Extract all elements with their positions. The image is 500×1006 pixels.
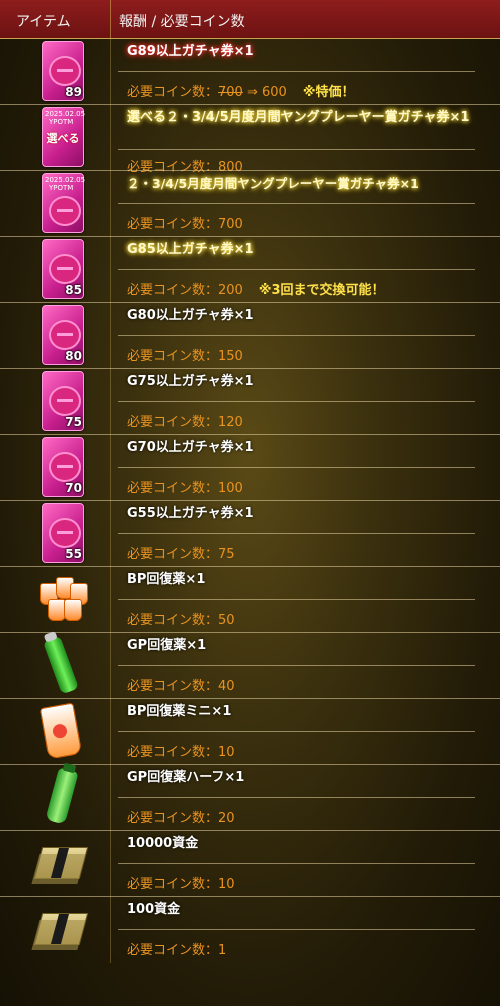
price-arrow: ⇒: [242, 85, 263, 100]
ticket-icon: 55: [42, 503, 84, 563]
coin-cost: 必要コイン数：120: [127, 415, 243, 430]
gp-recovery-half-icon: [45, 767, 79, 825]
money-icon: [33, 847, 89, 879]
coin-cost: 必要コイン数：700 ⇒ 600 ※特価！: [127, 85, 355, 100]
reward-name: G80以上ガチャ券×1: [127, 308, 254, 323]
special-price-note: ※特価！: [302, 85, 355, 100]
reward-row[interactable]: GP回復薬×1 必要コイン数：40: [0, 633, 500, 699]
ticket-icon: 80: [42, 305, 84, 365]
item-icon-cell: [0, 699, 111, 765]
reward-row[interactable]: 2025.02.05 YPOTM 選べる 選べる２・3/4/5月度月間ヤングプレーヤ…: [0, 105, 500, 175]
reward-row[interactable]: 55 G55以上ガチャ券×1 必要コイン数：75: [0, 501, 500, 567]
reward-row[interactable]: GP回復薬ハーフ×1 必要コイン数：20: [0, 765, 500, 831]
coin-cost: 必要コイン数：100: [127, 481, 243, 496]
table-header: アイテム 報酬 / 必要コイン数: [0, 0, 500, 39]
new-price: 600: [262, 85, 287, 100]
item-icon-cell: 2025.02.05 YPOTM: [0, 171, 111, 237]
coin-cost: 必要コイン数：40: [127, 679, 235, 694]
header-divider: [110, 0, 111, 38]
item-icon-cell: [0, 633, 111, 699]
item-icon-cell: 85: [0, 237, 111, 303]
bp-recovery-icon: [38, 573, 90, 625]
coin-cost: 必要コイン数：700: [127, 217, 243, 232]
ticket-icon: 89: [42, 41, 84, 101]
reward-row[interactable]: BP回復薬×1 必要コイン数：50: [0, 567, 500, 633]
exchange-limit-note: ※3回まで交換可能！: [258, 283, 385, 298]
item-icon-cell: 55: [0, 501, 111, 567]
old-price: 700: [218, 85, 243, 100]
reward-row[interactable]: BP回復薬ミニ×1 必要コイン数：10: [0, 699, 500, 765]
item-icon-cell: [0, 897, 111, 963]
reward-name: G89以上ガチャ券×1: [127, 44, 254, 59]
reward-name: GP回復薬×1: [127, 638, 207, 653]
ticket-icon: 2025.02.05 YPOTM: [42, 173, 85, 233]
coin-cost: 必要コイン数：10: [127, 745, 235, 760]
coin-cost: 必要コイン数：50: [127, 613, 235, 628]
bp-recovery-mini-icon: [39, 702, 83, 760]
item-icon-cell: 80: [0, 303, 111, 369]
coin-cost: 必要コイン数：20: [127, 811, 235, 826]
reward-row[interactable]: 70 G70以上ガチャ券×1 必要コイン数：100: [0, 435, 500, 501]
coin-cost: 必要コイン数：10: [127, 877, 235, 892]
reward-row[interactable]: 2025.02.05 YPOTM ２・3/4/5月度月間ヤングプレーヤー賞ガチャ券…: [0, 171, 500, 237]
reward-name: G55以上ガチャ券×1: [127, 506, 254, 521]
ticket-icon: 70: [42, 437, 84, 497]
reward-name: BP回復薬×1: [127, 572, 206, 587]
item-icon-cell: [0, 831, 111, 897]
reward-name: BP回復薬ミニ×1: [127, 704, 232, 719]
reward-name: 10000資金: [127, 836, 199, 851]
coin-cost: 必要コイン数：1: [127, 943, 227, 958]
coin-cost: 必要コイン数：200 ※3回まで交換可能！: [127, 283, 385, 298]
item-icon-cell: [0, 765, 111, 831]
item-icon-cell: 2025.02.05 YPOTM 選べる: [0, 105, 111, 171]
reward-row[interactable]: 80 G80以上ガチャ券×1 必要コイン数：150: [0, 303, 500, 369]
reward-name: G85以上ガチャ券×1: [127, 242, 254, 257]
coin-cost: 必要コイン数：75: [127, 547, 235, 562]
reward-name: G70以上ガチャ券×1: [127, 440, 254, 455]
reward-row[interactable]: 75 G75以上ガチャ券×1 必要コイン数：120: [0, 369, 500, 435]
reward-row[interactable]: 10000資金 必要コイン数：10: [0, 831, 500, 897]
reward-row[interactable]: 85 G85以上ガチャ券×1 必要コイン数：200 ※3回まで交換可能！: [0, 237, 500, 303]
column-header-item: アイテム: [16, 14, 71, 30]
ticket-icon: 2025.02.05 YPOTM 選べる: [42, 107, 85, 167]
reward-row[interactable]: 89 G89以上ガチャ券×1 必要コイン数：700 ⇒ 600 ※特価！: [0, 39, 500, 105]
gp-recovery-icon: [42, 635, 80, 695]
column-header-reward: 報酬 / 必要コイン数: [119, 14, 245, 30]
item-icon-cell: 70: [0, 435, 111, 501]
coin-cost: 必要コイン数：150: [127, 349, 243, 364]
reward-name: GP回復薬ハーフ×1: [127, 770, 245, 785]
ticket-icon: 85: [42, 239, 84, 299]
item-icon-cell: [0, 567, 111, 633]
reward-list: 89 G89以上ガチャ券×1 必要コイン数：700 ⇒ 600 ※特価！ 2025…: [0, 39, 500, 963]
reward-name: G75以上ガチャ券×1: [127, 374, 254, 389]
money-icon: [33, 913, 89, 945]
reward-row[interactable]: 100資金 必要コイン数：1: [0, 897, 500, 963]
reward-name: 選べる２・3/4/5月度月間ヤングプレーヤー賞ガチャ券×1: [127, 110, 470, 125]
item-icon-cell: 89: [0, 39, 111, 105]
ticket-icon: 75: [42, 371, 84, 431]
item-icon-cell: 75: [0, 369, 111, 435]
reward-name: 100資金: [127, 902, 181, 917]
reward-name: ２・3/4/5月度月間ヤングプレーヤー賞ガチャ券×1: [127, 176, 419, 191]
